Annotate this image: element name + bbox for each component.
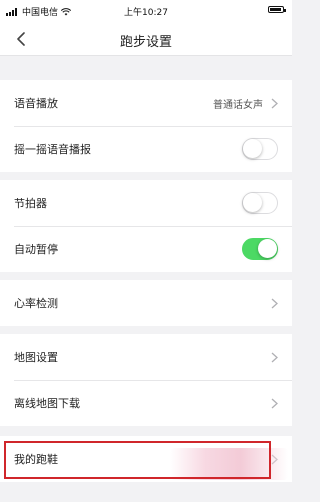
shake-voice-toggle[interactable] (242, 138, 278, 160)
offline-map-row[interactable]: 离线地图下载 (0, 380, 292, 426)
auto-pause-toggle[interactable] (242, 238, 278, 260)
status-bar: 中国电信 上午10:27 (0, 0, 292, 22)
voice-broadcast-value: 普通话女声 (213, 99, 263, 111)
shake-voice-row: 摇一摇语音播报 (0, 126, 292, 172)
chevron-right-icon (271, 454, 278, 464)
metronome-section: 节拍器 自动暂停 (0, 180, 292, 272)
offline-map-label: 离线地图下载 (14, 397, 80, 410)
page-title: 跑步设置 (119, 35, 172, 50)
chevron-right-icon (271, 98, 278, 108)
metronome-toggle[interactable] (242, 192, 278, 214)
shoes-section: 我的跑鞋 (0, 436, 292, 482)
battery-icon (268, 6, 286, 13)
shake-voice-label: 摇一摇语音播报 (14, 143, 91, 156)
voice-broadcast-row[interactable]: 语音播放 普通话女声 (0, 80, 292, 126)
auto-pause-row: 自动暂停 (0, 226, 292, 272)
metronome-label: 节拍器 (14, 197, 47, 210)
map-settings-row[interactable]: 地图设置 (0, 334, 292, 380)
map-settings-label: 地图设置 (14, 351, 58, 364)
running-settings-screen: 中国电信 上午10:27 跑步设置 语音播放 普通话女声 摇一摇语音播报 节拍器… (0, 0, 292, 502)
my-shoes-label: 我的跑鞋 (14, 453, 58, 466)
chevron-right-icon (271, 352, 278, 362)
map-section: 地图设置 离线地图下载 (0, 334, 292, 426)
voice-broadcast-label: 语音播放 (14, 97, 58, 110)
metronome-row: 节拍器 (0, 180, 292, 226)
nav-bar: 跑步设置 (0, 22, 292, 56)
heart-rate-section: 心率检测 (0, 280, 292, 326)
chevron-right-icon (271, 298, 278, 308)
heart-rate-row[interactable]: 心率检测 (0, 280, 292, 326)
chevron-right-icon (271, 398, 278, 408)
voice-section: 语音播放 普通话女声 摇一摇语音播报 (0, 80, 292, 172)
auto-pause-label: 自动暂停 (14, 243, 58, 256)
heart-rate-label: 心率检测 (14, 297, 58, 310)
status-time: 上午10:27 (124, 8, 168, 18)
my-shoes-row[interactable]: 我的跑鞋 (0, 436, 292, 482)
